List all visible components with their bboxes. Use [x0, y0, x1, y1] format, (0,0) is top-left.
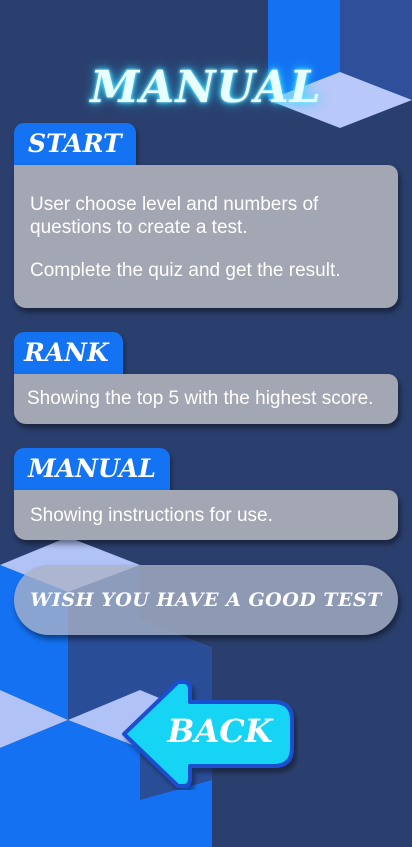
start-description-2: Complete the quiz and get the result.	[30, 260, 341, 281]
start-card: User choose level and numbers of questio…	[14, 165, 398, 308]
manual-description: Showing instructions for use.	[30, 505, 273, 526]
tab-manual: MANUAL	[14, 448, 170, 490]
back-label[interactable]: BACK	[150, 678, 290, 790]
page-title: MANUAL	[90, 62, 322, 113]
tab-rank: RANK	[14, 332, 123, 374]
start-description-1: User choose level and numbers of questio…	[30, 194, 319, 238]
manual-card: Showing instructions for use.	[14, 490, 398, 540]
tab-start: START	[14, 123, 136, 165]
wish-banner: WISH YOU HAVE A GOOD TEST	[14, 565, 398, 635]
rank-card: Showing the top 5 with the highest score…	[14, 374, 398, 424]
rank-description: Showing the top 5 with the highest score…	[27, 388, 374, 409]
back-button[interactable]: BACK	[120, 678, 298, 790]
